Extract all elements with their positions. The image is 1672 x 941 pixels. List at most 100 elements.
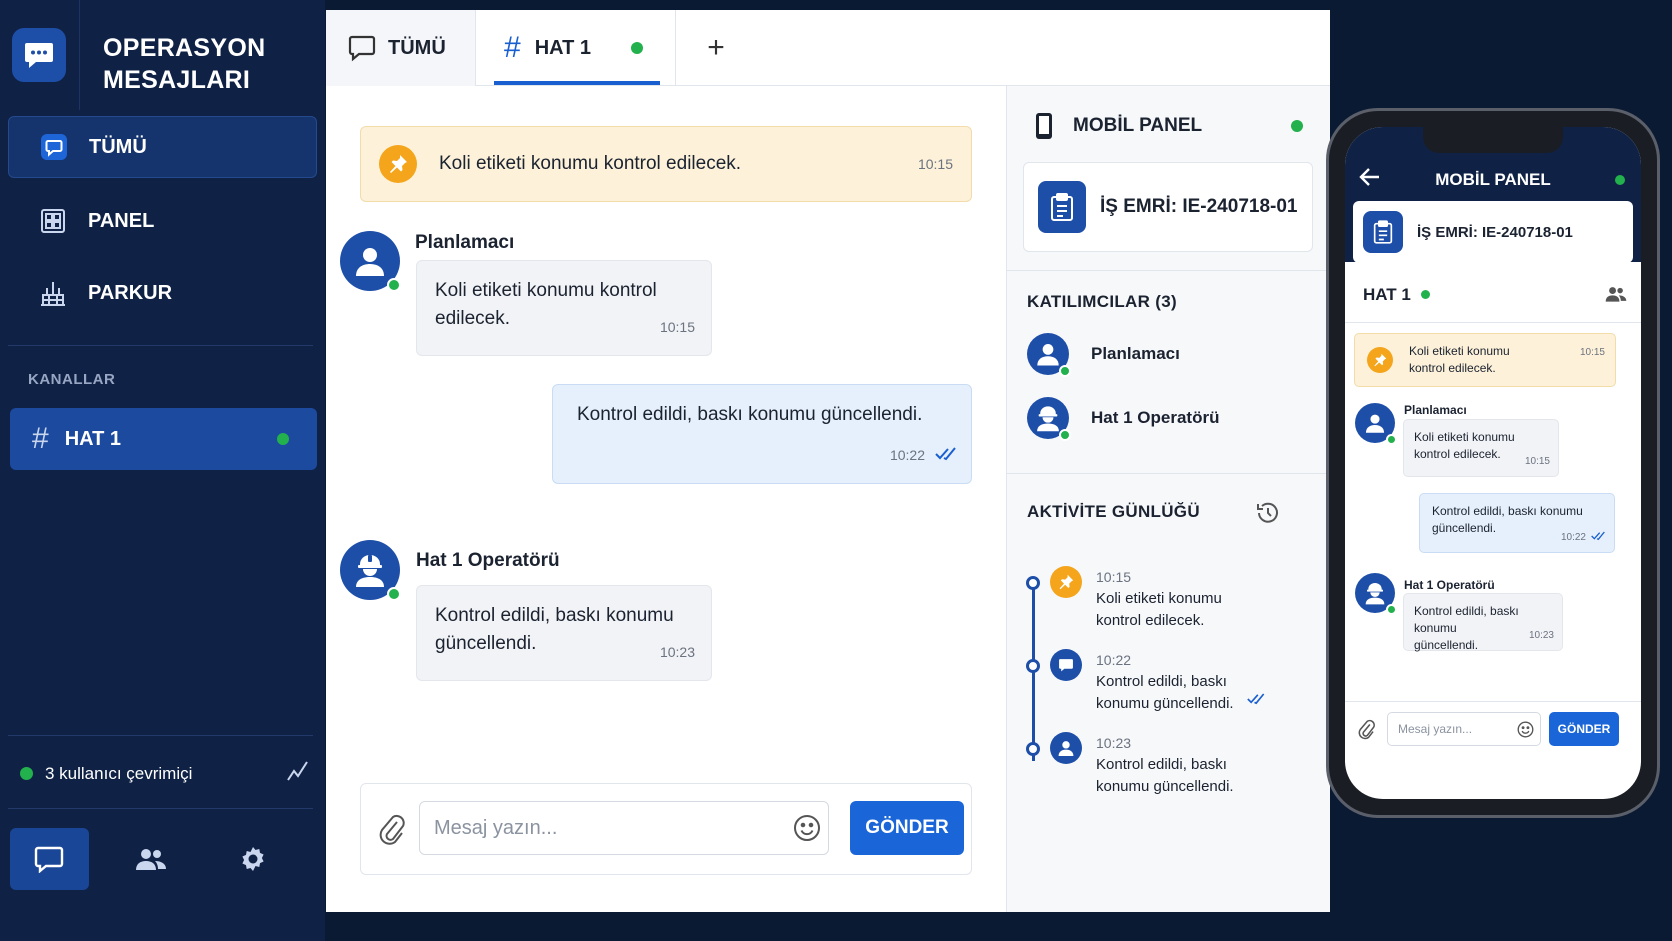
tab-label: HAT 1 bbox=[534, 36, 591, 59]
phone-screen: MOBİL PANEL İŞ EMRİ: IE-240718-01 HAT 1 … bbox=[1345, 127, 1641, 799]
panel-separator bbox=[1007, 270, 1331, 271]
channel-hat1[interactable]: # HAT 1 bbox=[10, 408, 317, 470]
message-text: Koli etiketi konumu kontrol edilecek. bbox=[435, 280, 657, 329]
message-bubble-outgoing[interactable]: Kontrol edildi, baskı konumu güncellendi… bbox=[1419, 493, 1615, 553]
message-bubble[interactable]: Koli etiketi konumu kontrol edilecek. 10… bbox=[1403, 419, 1559, 477]
message-time: 10:15 bbox=[659, 319, 695, 335]
message-time: 10:22 bbox=[889, 447, 925, 463]
pin-icon bbox=[1050, 566, 1082, 598]
pin-icon bbox=[1367, 347, 1393, 373]
sidebar-item-label: PARKUR bbox=[88, 281, 173, 304]
add-tab-button[interactable]: + bbox=[696, 28, 736, 68]
work-order-card[interactable]: İŞ EMRİ: IE-240718-01 bbox=[1023, 162, 1313, 252]
activity-text: konumu güncellendi. bbox=[1096, 695, 1234, 712]
phone-notch bbox=[1423, 127, 1563, 153]
history-icon[interactable] bbox=[1255, 500, 1281, 531]
tab-label: TÜMÜ bbox=[388, 36, 446, 59]
online-users-text: 3 kullanıcı çevrimiçi bbox=[45, 763, 193, 783]
sidebar-divider bbox=[79, 0, 80, 110]
sidebar-item-label: TÜMÜ bbox=[89, 135, 147, 158]
sidebar-item-label: PANEL bbox=[88, 209, 155, 232]
online-indicator bbox=[1059, 429, 1071, 441]
participants-icon[interactable] bbox=[1605, 285, 1627, 308]
timeline-dot bbox=[1026, 742, 1040, 756]
settings-icon[interactable] bbox=[213, 828, 292, 890]
sidebar-item-all[interactable]: TÜMÜ bbox=[8, 116, 317, 178]
mobile-panel-header: MOBİL PANEL bbox=[1007, 86, 1331, 166]
message-sender: Hat 1 Operatörü bbox=[416, 550, 560, 571]
message-bubble[interactable]: Kontrol edildi, baskı konumu güncellendi… bbox=[416, 585, 712, 681]
sidebar-separator bbox=[8, 345, 313, 346]
attachment-icon[interactable] bbox=[377, 812, 405, 851]
attachment-icon[interactable] bbox=[1357, 718, 1375, 745]
participants-title: KATILIMCILAR (3) bbox=[1027, 292, 1177, 311]
online-indicator bbox=[1386, 604, 1397, 615]
hardhat-worker-icon bbox=[1365, 583, 1385, 605]
phone-pinned-message[interactable]: Koli etiketi konumu kontrol edilecek. 10… bbox=[1354, 333, 1616, 387]
activity-log-title: AKTİVİTE GÜNLÜĞÜ bbox=[1027, 502, 1200, 521]
online-users-row: 3 kullanıcı çevrimiçi bbox=[20, 760, 310, 787]
person-icon bbox=[1027, 333, 1071, 377]
avatar[interactable] bbox=[340, 540, 401, 601]
hash-icon: # bbox=[504, 31, 521, 64]
activity-item: 10:15 Koli etiketi konumu kontrol edilec… bbox=[1096, 566, 1222, 632]
online-indicator bbox=[1420, 290, 1430, 299]
avatar[interactable] bbox=[1355, 573, 1397, 615]
avatar[interactable] bbox=[1355, 403, 1397, 445]
pin-icon bbox=[379, 145, 417, 183]
read-receipt-icon bbox=[1591, 529, 1607, 546]
phone-icon bbox=[1035, 112, 1053, 140]
send-button[interactable]: GÖNDER bbox=[850, 801, 964, 855]
message-composer: GÖNDER bbox=[360, 783, 972, 875]
participant-item[interactable]: Hat 1 Operatörü bbox=[1027, 397, 1219, 441]
channels-section-label: KANALLAR bbox=[28, 371, 116, 388]
pinned-text: Koli etiketi konumu bbox=[1409, 344, 1510, 358]
phone-channel-bar: HAT 1 bbox=[1345, 267, 1641, 323]
tab-hat1[interactable]: # HAT 1 bbox=[476, 10, 676, 86]
active-tab-indicator bbox=[494, 81, 660, 85]
message-text: Kontrol edildi, baskı konumu bbox=[1432, 504, 1583, 518]
online-indicator bbox=[387, 587, 401, 601]
message-time: 10:23 bbox=[1528, 630, 1554, 641]
chat-bubble-icon bbox=[29, 132, 79, 162]
phone-composer: GÖNDER bbox=[1345, 701, 1641, 759]
sidebar-item-parkur[interactable]: PARKUR bbox=[8, 262, 317, 324]
activity-text: Kontrol edildi, baskı bbox=[1096, 673, 1227, 690]
chat-icon[interactable] bbox=[10, 828, 89, 890]
activity-text: Kontrol edildi, baskı bbox=[1096, 756, 1227, 773]
online-indicator bbox=[1291, 120, 1303, 132]
emoji-icon[interactable] bbox=[1517, 721, 1534, 743]
clipboard-icon bbox=[1363, 211, 1403, 253]
read-receipt-icon bbox=[1247, 692, 1267, 710]
panel-separator bbox=[1007, 473, 1331, 474]
participant-item[interactable]: Planlamacı bbox=[1027, 333, 1180, 377]
sidebar-separator bbox=[8, 808, 313, 809]
right-info-panel: MOBİL PANEL İŞ EMRİ: IE-240718-01 KATILI… bbox=[1006, 86, 1331, 912]
activity-time: 10:22 bbox=[1096, 652, 1132, 668]
pinned-time: 10:15 bbox=[1579, 347, 1605, 358]
message-bubble-outgoing[interactable]: Kontrol edildi, baskı konumu güncellendi… bbox=[552, 384, 972, 484]
dashboard-grid-icon bbox=[28, 206, 78, 236]
message-bubble[interactable]: Kontrol edildi, baskı konumu güncellendi… bbox=[1403, 593, 1563, 652]
emoji-icon[interactable] bbox=[793, 814, 821, 847]
tab-all[interactable]: TÜMÜ bbox=[326, 10, 476, 86]
message-bubble[interactable]: Koli etiketi konumu kontrol edilecek. 10… bbox=[416, 260, 712, 356]
activity-graph-icon[interactable] bbox=[286, 760, 310, 787]
timeline-dot bbox=[1026, 576, 1040, 590]
hash-icon: # bbox=[32, 422, 49, 455]
activity-time: 10:23 bbox=[1096, 735, 1132, 751]
sidebar-item-panel[interactable]: PANEL bbox=[8, 190, 317, 252]
online-indicator bbox=[1615, 175, 1625, 185]
phone-work-order-card[interactable]: İŞ EMRİ: IE-240718-01 bbox=[1353, 201, 1633, 263]
tab-online-indicator bbox=[631, 42, 643, 54]
activity-text: Koli etiketi konumu bbox=[1096, 590, 1222, 607]
message-time: 10:23 bbox=[659, 644, 695, 660]
tab-bar: TÜMÜ # HAT 1 + bbox=[326, 10, 1330, 86]
message-sender: Hat 1 Operatörü bbox=[1404, 578, 1495, 592]
users-icon[interactable] bbox=[112, 828, 191, 890]
avatar[interactable] bbox=[340, 231, 401, 292]
message-input[interactable] bbox=[419, 801, 829, 855]
pinned-message[interactable]: Koli etiketi konumu kontrol edilecek. 10… bbox=[360, 126, 972, 202]
participant-name: Planlamacı bbox=[1091, 344, 1180, 363]
phone-send-button[interactable]: GÖNDER bbox=[1549, 712, 1619, 746]
